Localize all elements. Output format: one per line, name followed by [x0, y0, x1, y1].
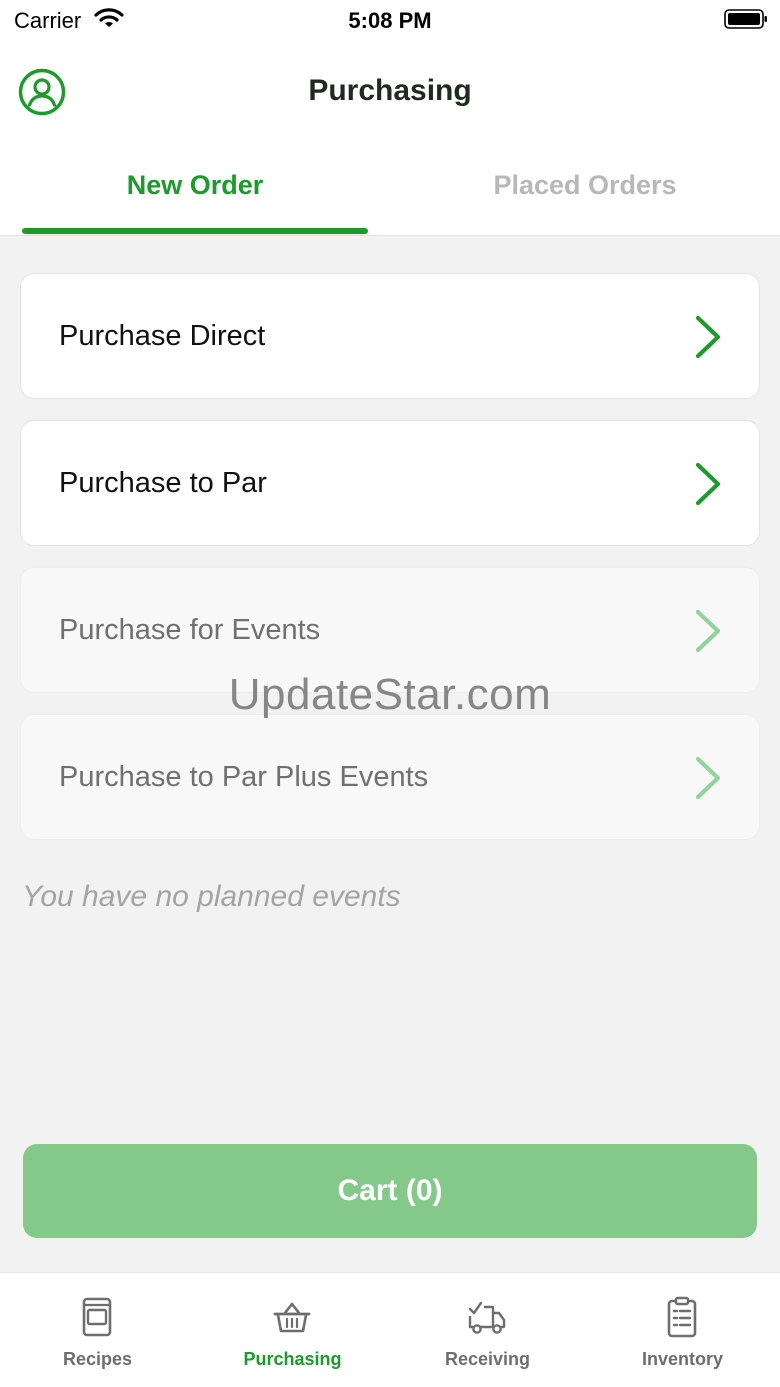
clipboard-icon	[667, 1296, 697, 1338]
purchasing-screen: Carrier 5:08 PM Purchasing New Order Pla…	[0, 0, 780, 1387]
tabbar-item-inventory[interactable]: Inventory	[585, 1273, 780, 1387]
delivery-truck-icon	[468, 1301, 506, 1334]
tab-new-order[interactable]: New Order	[22, 170, 368, 210]
page-title: Purchasing	[308, 74, 472, 107]
tabbar-label: Recipes	[62, 1349, 133, 1369]
cart-button[interactable]: Cart (0)	[23, 1144, 757, 1238]
status-time: 5:08 PM	[348, 8, 432, 33]
tab-placed-orders[interactable]: Placed Orders	[412, 170, 758, 210]
option-label: Purchase Direct	[59, 320, 266, 352]
chevron-right-icon	[695, 756, 721, 800]
purchase-direct-option[interactable]: Purchase Direct	[20, 273, 760, 399]
chevron-right-icon	[695, 609, 721, 653]
purchase-to-par-plus-events-option[interactable]: Purchase to Par Plus Events	[20, 714, 760, 840]
purchase-to-par-option[interactable]: Purchase to Par	[20, 420, 760, 546]
tabbar-item-purchasing[interactable]: Purchasing	[195, 1273, 390, 1387]
chevron-right-icon	[695, 315, 721, 359]
recipe-book-icon	[82, 1297, 112, 1337]
chevron-right-icon	[695, 462, 721, 506]
tabbar-item-receiving[interactable]: Receiving	[390, 1273, 585, 1387]
basket-icon	[273, 1302, 311, 1333]
tabbar-label: Inventory	[641, 1349, 724, 1369]
no-events-note: You have no planned events	[22, 880, 401, 913]
option-label: Purchase for Events	[59, 614, 321, 646]
option-label: Purchase to Par Plus Events	[59, 761, 429, 793]
tabbar-label: Purchasing	[243, 1349, 342, 1369]
app-header: Purchasing New Order Placed Orders	[0, 40, 780, 236]
option-label: Purchase to Par	[59, 467, 267, 499]
tabbar-label: Receiving	[444, 1349, 531, 1369]
tabbar-item-recipes[interactable]: Recipes	[0, 1273, 195, 1387]
battery-icon	[724, 9, 767, 29]
bottom-tab-bar: Recipes Purchasing Receiving Inventory	[0, 1272, 780, 1387]
active-tab-indicator	[22, 228, 368, 234]
watermark: UpdateStar.com	[228, 670, 552, 719]
status-bar: Carrier 5:08 PM	[0, 0, 780, 40]
